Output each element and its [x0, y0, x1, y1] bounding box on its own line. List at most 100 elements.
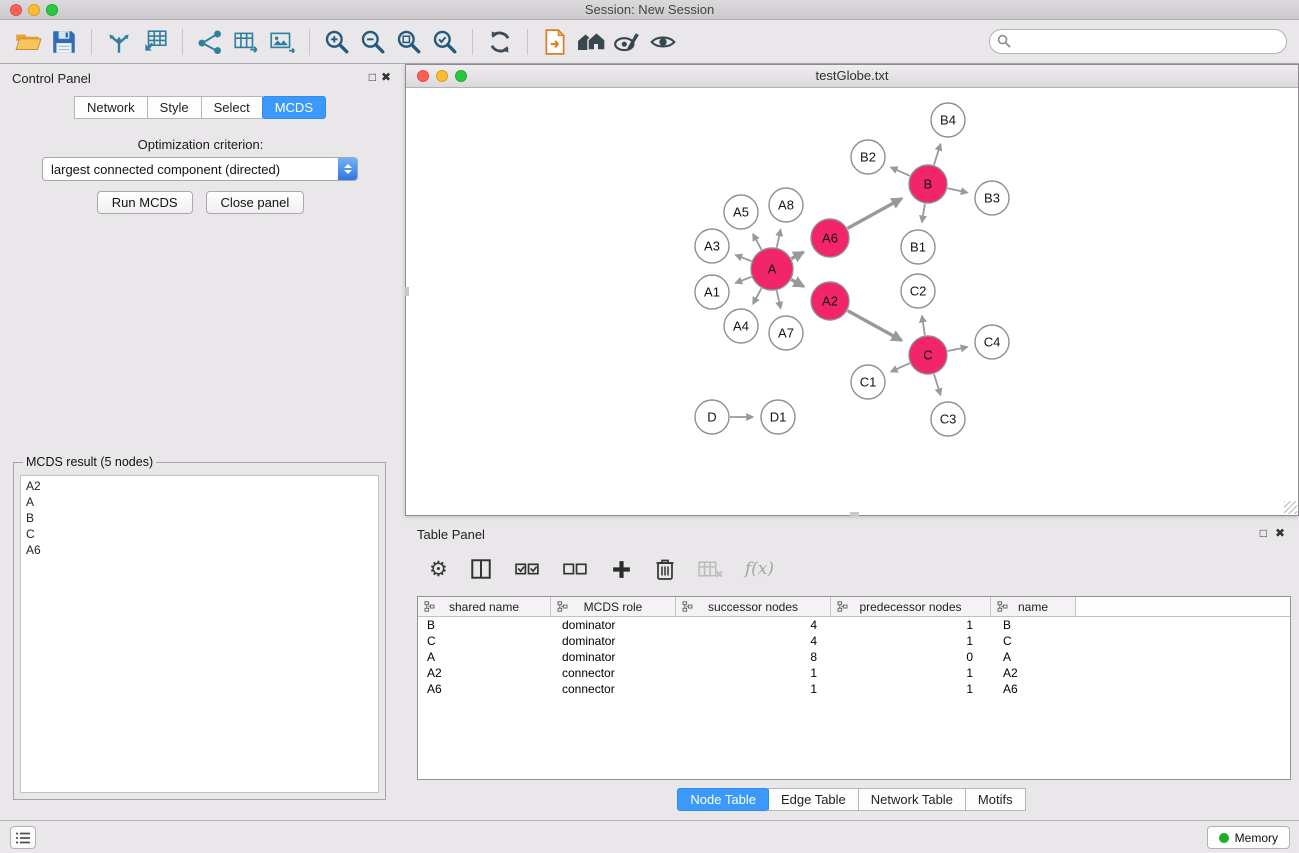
zoom-fit-button[interactable] — [391, 24, 427, 60]
tab-mcds[interactable]: MCDS — [262, 96, 326, 119]
show-hide-button[interactable] — [645, 24, 681, 60]
add-column-button[interactable] — [610, 558, 633, 581]
open-session-button[interactable] — [10, 24, 46, 60]
home-view-button[interactable] — [573, 24, 609, 60]
network-edge-A-A2[interactable] — [791, 280, 803, 287]
mcds-result-item[interactable]: C — [26, 526, 373, 542]
tab-network-table[interactable]: Network Table — [858, 788, 966, 811]
network-node-B1[interactable]: B1 — [901, 230, 935, 264]
window-edge-handle[interactable] — [405, 287, 409, 296]
zoom-in-button[interactable] — [319, 24, 355, 60]
tab-style[interactable]: Style — [147, 96, 202, 119]
tab-edge-table[interactable]: Edge Table — [768, 788, 859, 811]
tab-select[interactable]: Select — [201, 96, 263, 119]
network-edge-A-A8[interactable] — [777, 229, 781, 247]
network-node-B2[interactable]: B2 — [851, 140, 885, 174]
network-edge-A-A3[interactable] — [735, 255, 751, 261]
network-edge-B-B2[interactable] — [891, 167, 910, 176]
network-edge-A-A6[interactable] — [791, 252, 803, 258]
column-header-MCDS-role[interactable]: MCDS role — [551, 597, 676, 616]
network-edge-B-B3[interactable] — [948, 188, 968, 192]
network-edge-A2-C[interactable] — [848, 311, 902, 341]
deselect-all-button[interactable] — [562, 560, 589, 579]
apply-layout-button[interactable] — [482, 24, 518, 60]
network-graph[interactable]: B4B2BB3A5A8A6A3B1AA1C2A2A4A7CC4C1C3DD1 — [406, 88, 1298, 515]
zoom-out-button[interactable] — [355, 24, 391, 60]
network-edge-A-A7[interactable] — [777, 290, 781, 308]
tab-motifs[interactable]: Motifs — [965, 788, 1026, 811]
tab-node-table[interactable]: Node Table — [677, 788, 769, 811]
select-all-button[interactable] — [514, 560, 541, 579]
import-network-button[interactable] — [101, 24, 137, 60]
network-node-A5[interactable]: A5 — [724, 195, 758, 229]
network-node-D1[interactable]: D1 — [761, 400, 795, 434]
network-edge-C-C2[interactable] — [922, 316, 925, 336]
table-settings-button[interactable]: ⚙ — [429, 559, 448, 580]
delete-table-button-disabled[interactable] — [697, 559, 724, 580]
network-edge-B-B4[interactable] — [934, 144, 941, 165]
export-table-button[interactable] — [228, 24, 264, 60]
edit-style-button[interactable] — [609, 24, 645, 60]
column-header-predecessor-nodes[interactable]: predecessor nodes — [831, 597, 991, 616]
minimize-traffic-light[interactable] — [436, 70, 448, 82]
open-file-button[interactable] — [537, 24, 573, 60]
minimize-traffic-light[interactable] — [28, 4, 40, 16]
network-node-A4[interactable]: A4 — [724, 309, 758, 343]
save-session-button[interactable] — [46, 24, 82, 60]
mcds-result-item[interactable]: A2 — [26, 478, 373, 494]
network-node-B[interactable]: B — [909, 165, 947, 203]
optimization-criterion-select[interactable]: largest connected component (directed) — [42, 157, 358, 181]
network-edge-A-A4[interactable] — [753, 288, 762, 304]
network-edge-C-C3[interactable] — [934, 374, 941, 395]
maximize-traffic-light[interactable] — [46, 4, 58, 16]
network-edge-A6-B[interactable] — [848, 198, 902, 228]
network-node-D[interactable]: D — [695, 400, 729, 434]
network-edge-C-C4[interactable] — [948, 347, 968, 351]
zoom-selected-button[interactable] — [427, 24, 463, 60]
table-row[interactable]: Cdominator41C — [418, 633, 1290, 649]
import-table-button[interactable] — [137, 24, 173, 60]
network-node-A1[interactable]: A1 — [695, 275, 729, 309]
table-row[interactable]: A6connector11A6 — [418, 681, 1290, 697]
column-header-successor-nodes[interactable]: successor nodes — [676, 597, 831, 616]
network-node-A6[interactable]: A6 — [811, 219, 849, 257]
column-header-shared-name[interactable]: shared name — [418, 597, 551, 616]
network-node-A8[interactable]: A8 — [769, 188, 803, 222]
export-image-button[interactable] — [264, 24, 300, 60]
table-row[interactable]: A2connector11A2 — [418, 665, 1290, 681]
table-row[interactable]: Bdominator41B — [418, 617, 1290, 633]
function-builder-button-disabled[interactable]: f(x) — [745, 559, 774, 579]
show-panels-button[interactable] — [10, 826, 36, 849]
close-panel-icon[interactable]: ✖ — [1275, 526, 1285, 540]
network-node-C1[interactable]: C1 — [851, 365, 885, 399]
network-node-C4[interactable]: C4 — [975, 325, 1009, 359]
float-panel-icon[interactable]: □ — [369, 70, 376, 84]
column-header-name[interactable]: name — [991, 597, 1076, 616]
tab-network[interactable]: Network — [74, 96, 148, 119]
window-edge-handle[interactable] — [850, 512, 859, 516]
resize-handle-icon[interactable] — [1284, 501, 1297, 514]
network-node-C3[interactable]: C3 — [931, 402, 965, 436]
delete-column-button[interactable] — [654, 557, 676, 581]
mcds-result-item[interactable]: B — [26, 510, 373, 526]
network-edge-A-A1[interactable] — [735, 277, 751, 283]
network-node-B4[interactable]: B4 — [931, 103, 965, 137]
close-panel-icon[interactable]: ✖ — [381, 70, 391, 84]
new-network-button[interactable] — [192, 24, 228, 60]
network-canvas[interactable]: B4B2BB3A5A8A6A3B1AA1C2A2A4A7CC4C1C3DD1 — [406, 88, 1298, 515]
network-edge-B-B1[interactable] — [922, 204, 925, 223]
network-node-C[interactable]: C — [909, 336, 947, 374]
mcds-result-item[interactable]: A — [26, 494, 373, 510]
run-mcds-button[interactable]: Run MCDS — [97, 191, 193, 214]
float-panel-icon[interactable]: □ — [1260, 526, 1267, 540]
memory-button[interactable]: Memory — [1207, 826, 1290, 849]
close-traffic-light[interactable] — [417, 70, 429, 82]
network-node-A7[interactable]: A7 — [769, 316, 803, 350]
mcds-result-item[interactable]: A6 — [26, 542, 373, 558]
close-traffic-light[interactable] — [10, 4, 22, 16]
network-node-B3[interactable]: B3 — [975, 181, 1009, 215]
show-columns-button[interactable] — [469, 557, 493, 581]
network-node-A[interactable]: A — [751, 248, 793, 290]
close-panel-button[interactable]: Close panel — [206, 191, 305, 214]
maximize-traffic-light[interactable] — [455, 70, 467, 82]
